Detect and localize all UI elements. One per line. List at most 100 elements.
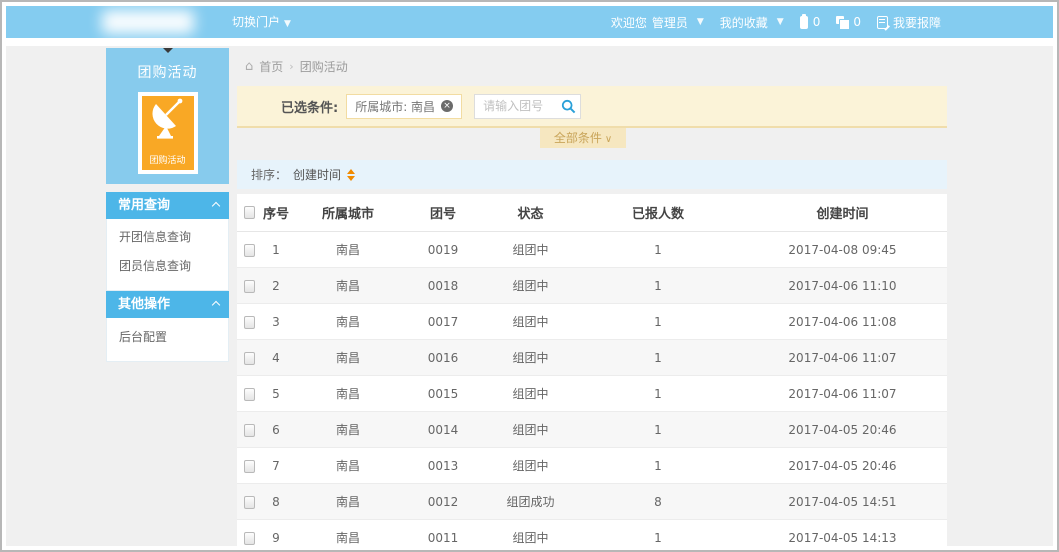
- cell-group-no: 0011: [427, 530, 459, 545]
- portal-switcher-menu[interactable]: 切换门户 ▼: [232, 6, 291, 38]
- cell-joined-count: 1: [654, 314, 662, 329]
- sort-direction-icon[interactable]: [347, 168, 356, 181]
- row-checkbox[interactable]: [244, 459, 255, 473]
- header-serial: 序号: [262, 207, 289, 222]
- selected-notch-icon: [162, 48, 173, 53]
- sidebar-section-common-queries[interactable]: 常用查询: [106, 192, 229, 219]
- sidebar-item-open-group-query[interactable]: 开团信息查询: [107, 223, 228, 252]
- report-fault-label: 我要报障: [892, 15, 941, 30]
- cell-group-no: 0013: [427, 458, 459, 473]
- brand-logo: [102, 10, 194, 34]
- app-icon-label: 团购活动: [149, 156, 186, 166]
- table-row[interactable]: 5 南昌 0015 组团中 1 2017-04-06 11:07: [237, 376, 947, 412]
- row-checkbox[interactable]: [244, 423, 255, 437]
- sidebar-item-member-info-query[interactable]: 团员信息查询: [107, 252, 228, 281]
- table-row[interactable]: 4 南昌 0016 组团中 1 2017-04-06 11:07: [237, 340, 947, 376]
- cell-serial: 9: [272, 530, 280, 545]
- table-header-row: 序号 所属城市 团号 状态 已报人数 创建时间: [237, 194, 947, 232]
- all-conditions-toggle[interactable]: 全部条件 ∨: [540, 128, 626, 148]
- user-menu[interactable]: 欢迎您 管理员 ▼: [611, 14, 704, 31]
- cell-city: 南昌: [335, 315, 360, 329]
- cell-created-time: 2017-04-06 11:08: [788, 314, 897, 329]
- app-icon-card[interactable]: 团购活动: [137, 92, 198, 174]
- table-row[interactable]: 6 南昌 0014 组团中 1 2017-04-05 20:46: [237, 412, 947, 448]
- cell-serial: 7: [272, 458, 280, 473]
- row-checkbox[interactable]: [244, 279, 255, 293]
- cell-city: 南昌: [335, 423, 360, 437]
- header-status: 状态: [517, 207, 544, 222]
- chevron-up-icon: [211, 201, 221, 211]
- cell-status: 组团中: [512, 459, 549, 473]
- sort-bar: 排序： 创建时间: [237, 160, 947, 189]
- filter-tag-text: 所属城市: 南昌: [355, 99, 436, 114]
- cell-status: 组团中: [512, 279, 549, 293]
- table-row[interactable]: 3 南昌 0017 组团中 1 2017-04-06 11:08: [237, 304, 947, 340]
- task-count: 0: [812, 15, 821, 29]
- table-row[interactable]: 9 南昌 0011 组团中 1 2017-04-05 14:13: [237, 520, 947, 550]
- table-row[interactable]: 1 南昌 0019 组团中 1 2017-04-08 09:45: [237, 232, 947, 268]
- sidebar-section-body: 后台配置: [106, 318, 229, 362]
- row-checkbox[interactable]: [244, 315, 255, 329]
- select-all-checkbox[interactable]: [244, 206, 255, 219]
- cell-group-no: 0015: [427, 386, 459, 401]
- username-label: 管理员: [651, 15, 688, 30]
- message-count: 0: [853, 15, 861, 29]
- breadcrumb-current: 团购活动: [299, 60, 348, 74]
- chevron-down-icon: ∨: [604, 134, 613, 145]
- header-created-time: 创建时间: [816, 207, 869, 222]
- cell-city: 南昌: [335, 243, 360, 257]
- cell-created-time: 2017-04-05 14:51: [788, 494, 897, 509]
- sidebar-item-backend-config[interactable]: 后台配置: [107, 323, 228, 352]
- table-row[interactable]: 7 南昌 0013 组团中 1 2017-04-05 20:46: [237, 448, 947, 484]
- message-counter[interactable]: 0: [836, 15, 861, 30]
- search-box: [474, 93, 582, 119]
- search-button[interactable]: [561, 99, 576, 114]
- cell-city: 南昌: [335, 351, 360, 365]
- cell-group-no: 0014: [427, 422, 459, 437]
- row-checkbox[interactable]: [244, 387, 255, 401]
- groups-table: 序号 所属城市 团号 状态 已报人数 创建时间 1 南昌 0019 组团中 1 …: [237, 194, 947, 550]
- cell-joined-count: 1: [654, 242, 662, 257]
- cell-city: 南昌: [335, 387, 360, 401]
- section-title: 常用查询: [118, 198, 171, 213]
- cell-city: 南昌: [335, 495, 360, 509]
- table-row[interactable]: 2 南昌 0018 组团中 1 2017-04-06 11:10: [237, 268, 947, 304]
- task-counter[interactable]: 0: [799, 13, 821, 29]
- cell-group-no: 0019: [427, 242, 459, 257]
- welcome-label: 欢迎您: [610, 15, 647, 30]
- report-fault-button[interactable]: 我要报障: [876, 14, 941, 31]
- favorites-label: 我的收藏: [719, 15, 768, 30]
- cell-joined-count: 1: [654, 422, 662, 437]
- chevron-down-icon: ▼: [284, 19, 291, 29]
- cell-serial: 5: [272, 386, 280, 401]
- cell-joined-count: 1: [654, 530, 662, 545]
- breadcrumb: ⌂ 首页 › 团购活动: [245, 58, 348, 75]
- table-row[interactable]: 8 南昌 0012 组团成功 8 2017-04-05 14:51: [237, 484, 947, 520]
- cell-created-time: 2017-04-08 09:45: [788, 242, 897, 257]
- cell-city: 南昌: [335, 279, 360, 293]
- sort-field-created-time[interactable]: 创建时间: [293, 166, 341, 183]
- satellite-dish-icon: [151, 98, 182, 139]
- topbar-right-group: 欢迎您 管理员 ▼ 我的收藏 ▼ 0 0 我要报障: [611, 6, 941, 38]
- favorites-menu[interactable]: 我的收藏 ▼: [720, 14, 784, 31]
- cell-status: 组团中: [512, 315, 549, 329]
- row-checkbox[interactable]: [244, 351, 255, 365]
- task-icon: [799, 13, 808, 29]
- close-icon[interactable]: ×: [441, 100, 454, 112]
- row-checkbox[interactable]: [244, 531, 255, 545]
- filter-tag-city: 所属城市: 南昌 ×: [346, 93, 463, 119]
- cell-serial: 4: [272, 350, 280, 365]
- sidebar-section-other-operations[interactable]: 其他操作: [106, 291, 229, 318]
- row-checkbox[interactable]: [244, 495, 255, 509]
- report-clipboard-icon: [876, 15, 888, 29]
- breadcrumb-separator-icon: ›: [289, 60, 294, 73]
- all-conditions-label: 全部条件: [553, 131, 602, 145]
- header-joined-count: 已报人数: [631, 207, 684, 222]
- breadcrumb-home[interactable]: 首页: [259, 58, 283, 75]
- cell-created-time: 2017-04-06 11:07: [788, 350, 897, 365]
- cell-created-time: 2017-04-05 14:13: [788, 530, 897, 545]
- cell-created-time: 2017-04-06 11:07: [788, 386, 897, 401]
- row-checkbox[interactable]: [244, 243, 255, 257]
- chevron-down-icon: ▼: [776, 17, 784, 27]
- cell-serial: 6: [272, 422, 280, 437]
